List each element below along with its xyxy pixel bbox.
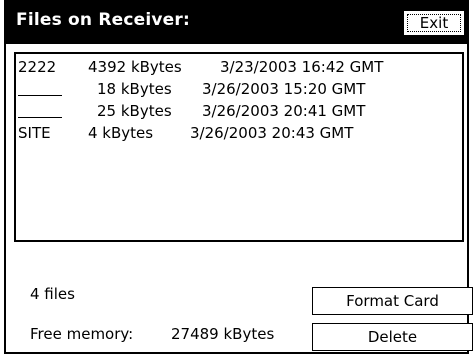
file-name: SITE [18,124,51,142]
file-size: 4 kBytes [88,124,154,142]
file-size: 4392 kBytes [88,58,182,76]
exit-button-label: Exit [419,14,449,32]
file-size: 18 kBytes [97,80,172,98]
free-memory-label: Free memory: [30,325,134,343]
file-size: 25 kBytes [97,102,172,120]
title-bar: Files on Receiver: Exit [6,0,467,44]
file-row[interactable]: 25 kBytes 3/26/2003 20:41 GMT [16,100,462,122]
delete-button[interactable]: Delete [312,323,473,351]
file-name: 2222 [18,58,57,76]
file-row[interactable]: SITE 4 kBytes 3/26/2003 20:43 GMT [16,122,462,144]
dialog-window: Files on Receiver: Exit 2222 4392 kBytes… [4,0,473,354]
file-row[interactable]: 18 kBytes 3/26/2003 15:20 GMT [16,78,462,100]
exit-button[interactable]: Exit [403,10,465,36]
file-date: 3/26/2003 20:43 GMT [190,124,354,142]
file-date: 3/26/2003 15:20 GMT [202,80,366,98]
file-date: 3/26/2003 20:41 GMT [202,102,366,120]
file-date: 3/23/2003 16:42 GMT [220,58,384,76]
file-row[interactable]: 2222 4392 kBytes 3/23/2003 16:42 GMT [16,56,462,78]
file-name-blank [18,95,62,96]
file-count: 4 files [30,285,75,303]
file-list[interactable]: 2222 4392 kBytes 3/23/2003 16:42 GMT 18 … [14,52,464,242]
format-card-button[interactable]: Format Card [312,287,473,315]
file-name-blank [18,117,62,118]
window-title: Files on Receiver: [16,10,190,30]
free-memory-value: 27489 kBytes [171,325,275,343]
